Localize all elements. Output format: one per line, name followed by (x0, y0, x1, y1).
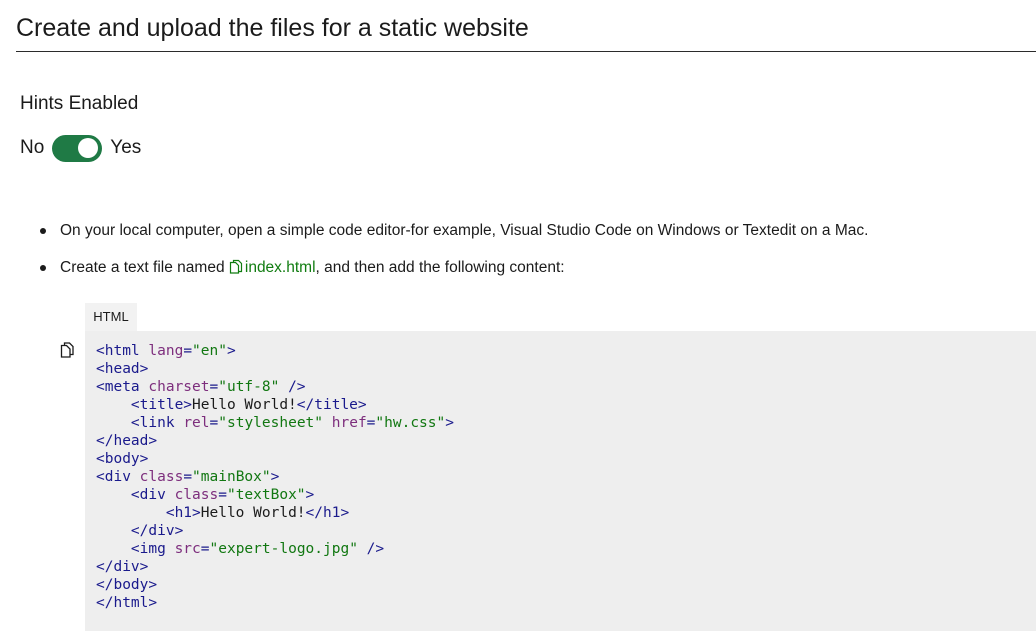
instruction-list: On your local computer, open a simple co… (0, 218, 1036, 281)
step-text: On your local computer, open a simple co… (60, 222, 869, 239)
code-token: Hello World! (200, 505, 306, 521)
code-token: "stylesheet" (218, 415, 324, 431)
code-line: <html lang="en"> (96, 343, 236, 359)
code-token: Hello World! (192, 397, 297, 413)
code-line: </head> (96, 433, 157, 449)
code-token: <html (96, 343, 149, 359)
code-token: "hw.css" (375, 415, 446, 431)
code-line: <img src="expert-logo.jpg" /> (96, 541, 384, 557)
copy-code-icon[interactable] (60, 342, 75, 358)
code-token: "en" (192, 343, 227, 359)
code-token: </h1> (305, 505, 350, 521)
code-token: </div> (130, 523, 184, 539)
code-token: <img (130, 541, 175, 557)
code-line: <div class="textBox"> (96, 487, 314, 503)
code-token: <title> (130, 397, 193, 413)
toggle-on-label: Yes (110, 137, 142, 158)
bullet-icon (40, 265, 46, 271)
code-line: <body> (96, 451, 148, 467)
code-token: <body> (96, 451, 149, 467)
step-prefix: Create a text file named (60, 259, 229, 276)
list-item: On your local computer, open a simple co… (0, 218, 1036, 244)
code-language-tab[interactable]: HTML (85, 303, 137, 331)
code-token: <div (96, 469, 140, 485)
page-title: Create and upload the files for a static… (16, 14, 529, 42)
code-token: "expert-logo.jpg" (209, 541, 358, 557)
code-line: </body> (96, 577, 157, 593)
code-token: charset (148, 379, 210, 395)
code-token: <div (130, 487, 175, 503)
step-suffix: , and then add the following content: (315, 259, 565, 276)
code-token: "utf-8" (218, 379, 280, 395)
code-line: <div class="mainBox"> (96, 469, 279, 485)
code-token: = (218, 487, 227, 503)
code-token: class (174, 487, 219, 503)
code-token: <link (130, 415, 184, 431)
toggle-off-label: No (20, 137, 45, 158)
code-token: </div> (96, 559, 149, 575)
code-token: </html> (96, 595, 158, 611)
hints-toggle-switch[interactable] (52, 134, 103, 162)
code-token: > (445, 415, 454, 431)
link-text: index.html (244, 259, 316, 276)
code-line: </div> (96, 523, 183, 539)
code-token: <h1> (165, 505, 201, 521)
code-token: = (183, 343, 193, 359)
code-token: <meta (96, 379, 149, 395)
code-token: rel (183, 415, 210, 431)
list-item: Create a text file named index.html, and… (0, 255, 1036, 281)
code-line: </div> (96, 559, 148, 575)
copy-icon (229, 259, 242, 274)
code-token: /> (279, 379, 306, 395)
title-bar: Create and upload the files for a static… (16, 0, 1036, 52)
code-line: <meta charset="utf-8" /> (96, 379, 306, 395)
code-token: <head> (96, 361, 149, 377)
code-token: </title> (296, 397, 367, 413)
code-token: </body> (96, 577, 158, 593)
code-token: > (226, 343, 236, 359)
code-token: </head> (96, 433, 158, 449)
code-token: > (305, 487, 315, 503)
code-token: > (270, 469, 280, 485)
page: Create and upload the files for a static… (0, 0, 1036, 644)
code-token: lang (148, 343, 184, 359)
code-line: <title>Hello World!</title> (96, 397, 367, 413)
code-token: href (331, 415, 367, 431)
code-block: <html lang="en"> <head> <meta charset="u… (85, 331, 1036, 631)
code-token: = (209, 379, 219, 395)
bullet-icon (40, 228, 46, 234)
code-line: <h1>Hello World!</h1> (96, 505, 349, 521)
code-content[interactable]: <html lang="en"> <head> <meta charset="u… (96, 342, 454, 612)
code-line: </html> (96, 595, 157, 611)
code-line: <head> (96, 361, 148, 377)
code-token: "textBox" (226, 487, 306, 503)
code-token: "mainBox" (192, 469, 271, 485)
code-token: src (174, 541, 201, 557)
code-token: = (200, 541, 210, 557)
code-token: /> (357, 541, 385, 557)
code-token: = (209, 415, 219, 431)
hints-toggle-row: No Yes (20, 134, 141, 162)
code-token: = (183, 469, 193, 485)
code-line: <link rel="stylesheet" href="hw.css"> (96, 415, 454, 431)
toggle-knob (78, 138, 99, 158)
index-html-link[interactable]: index.html (229, 259, 316, 276)
code-token: class (139, 469, 184, 485)
hints-enabled-label: Hints Enabled (20, 93, 139, 114)
